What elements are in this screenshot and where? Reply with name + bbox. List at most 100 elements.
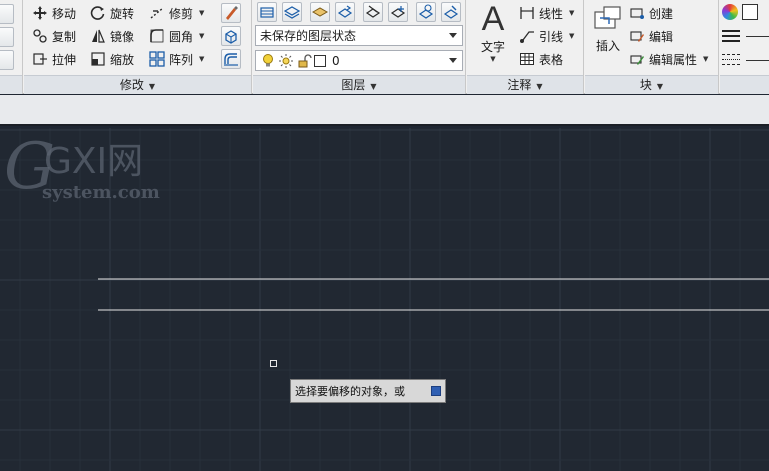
layer-match-icon	[311, 7, 329, 17]
pickbox-cursor	[270, 360, 277, 367]
dropdown-arrow-icon[interactable]: ▼	[199, 32, 204, 40]
edit-block-icon	[629, 28, 645, 44]
dropdown-arrow-icon[interactable]: ▼	[199, 55, 204, 63]
modify-panel: 移动 旋转 修剪 ▼ 复制 镜像 圆角 ▼ 拉伸 缩放 阵列 ▼ 修改 ▼	[24, 0, 252, 94]
offset-button[interactable]	[221, 49, 241, 69]
color-wheel-icon[interactable]	[722, 4, 738, 20]
layer-button-7[interactable]	[416, 2, 436, 22]
dropdown-arrow-icon: ▼	[490, 55, 496, 63]
edit-block-button[interactable]: 编辑	[629, 26, 673, 46]
table-button[interactable]: 表格	[519, 49, 563, 69]
linetype-combo[interactable]	[746, 60, 769, 61]
move-button[interactable]: 移动	[32, 3, 76, 23]
offset-icon	[224, 53, 238, 66]
dropdown-arrow-icon[interactable]: ▼	[569, 32, 574, 40]
lineweight-combo[interactable]	[746, 36, 769, 37]
properties-panel-partial	[720, 0, 769, 94]
layers-stack-icon	[283, 6, 301, 19]
block-panel: 插入 创建 编辑 编辑属性 ▼ 块 ▼	[585, 0, 719, 94]
layer-button-8[interactable]	[441, 2, 461, 22]
panel-expand-icon: ▼	[656, 82, 664, 91]
file-tabs-bar	[0, 95, 769, 126]
layers-panel: 未保存的图层状态 0 图层 ▼	[253, 0, 466, 94]
panel-expand-icon: ▼	[148, 82, 156, 91]
edit-attributes-icon	[629, 51, 645, 67]
scale-icon	[90, 51, 106, 67]
copy-label: 复制	[52, 29, 77, 44]
cube-icon	[225, 30, 237, 44]
table-icon	[519, 51, 535, 67]
edit-attributes-button[interactable]: 编辑属性 ▼	[629, 49, 708, 69]
dropdown-stub[interactable]	[0, 50, 14, 70]
layers-panel-title[interactable]: 图层 ▼	[253, 75, 465, 94]
layer-state-combo[interactable]: 未保存的图层状态	[255, 25, 463, 46]
mirror-icon	[90, 28, 106, 44]
fillet-label: 圆角	[169, 29, 194, 44]
text-icon: A	[481, 0, 505, 38]
linear-dimension-button[interactable]: 线性 ▼	[519, 3, 574, 23]
layer-isolate-icon	[365, 5, 381, 18]
move-icon	[32, 5, 48, 21]
panel-expand-icon: ▼	[370, 82, 377, 91]
trim-button[interactable]: 修剪 ▼	[149, 3, 204, 23]
array-button[interactable]: 阵列 ▼	[149, 49, 204, 69]
layer-button-5[interactable]	[363, 2, 383, 22]
stretch-icon	[32, 51, 48, 67]
layer-button-3[interactable]	[310, 2, 330, 22]
dropdown-arrow-icon[interactable]: ▼	[703, 55, 708, 63]
insert-block-icon	[594, 6, 621, 29]
rotate-button[interactable]: 旋转	[90, 3, 134, 23]
dimension-icon	[519, 5, 535, 21]
dropdown-icon[interactable]	[431, 386, 441, 396]
trim-label: 修剪	[169, 6, 194, 21]
explode-button[interactable]	[221, 26, 241, 46]
layer-unisolate-icon	[390, 6, 406, 18]
color-swatch-icon[interactable]	[742, 4, 758, 20]
mirror-button[interactable]: 镜像	[90, 26, 134, 46]
lineweight-icon[interactable]	[722, 28, 740, 42]
block-panel-title[interactable]: 块 ▼	[585, 75, 718, 94]
modify-panel-title[interactable]: 修改 ▼	[24, 75, 251, 94]
panel-title	[0, 75, 22, 94]
dropdown-arrow-icon[interactable]: ▼	[569, 9, 574, 17]
dropdown-arrow-icon[interactable]: ▼	[199, 9, 204, 17]
stretch-label: 拉伸	[52, 52, 77, 67]
rotate-icon	[90, 5, 106, 21]
linetype-icon[interactable]	[722, 52, 740, 66]
insert-button[interactable]: 插入	[589, 4, 627, 64]
text-button[interactable]: A 文字 ▼	[473, 2, 513, 68]
chevron-down-icon	[449, 58, 457, 63]
lightbulb-icon	[260, 53, 274, 69]
layer-properties-button[interactable]	[257, 2, 277, 22]
copy-button[interactable]: 复制	[32, 26, 76, 46]
layer-combo[interactable]: 0	[255, 50, 463, 71]
rotate-label: 旋转	[110, 6, 135, 21]
sun-icon	[278, 53, 293, 69]
color-swatch-icon	[314, 54, 326, 67]
layer-button-6[interactable]	[388, 2, 408, 22]
svg-text:system.com: system.com	[42, 182, 160, 203]
stretch-button[interactable]: 拉伸	[32, 49, 76, 69]
panel-title	[720, 75, 769, 94]
leader-button[interactable]: 引线 ▼	[519, 26, 574, 46]
erase-button[interactable]	[221, 3, 241, 23]
drawing-canvas[interactable]: G GXI网 system.com 选择要偏移的对象，或	[0, 128, 769, 471]
create-block-button[interactable]: 创建	[629, 3, 673, 23]
layer-button-4[interactable]	[335, 2, 355, 22]
create-block-icon	[629, 5, 645, 21]
dropdown-stub[interactable]	[0, 27, 14, 47]
watermark-logo: G GXI网 system.com	[4, 130, 160, 204]
fillet-button[interactable]: 圆角 ▼	[149, 26, 204, 46]
layer-previous-icon	[337, 5, 353, 18]
scale-button[interactable]: 缩放	[90, 49, 134, 69]
brush-icon	[226, 6, 238, 20]
layer-button-2[interactable]	[282, 2, 302, 22]
ribbon: 移动 旋转 修剪 ▼ 复制 镜像 圆角 ▼ 拉伸 缩放 阵列 ▼ 修改 ▼ 未保…	[0, 0, 769, 94]
array-icon	[149, 51, 165, 67]
dropdown-stub[interactable]	[0, 4, 14, 24]
copy-icon	[32, 28, 48, 44]
annotation-panel-title[interactable]: 注释 ▼	[467, 75, 583, 94]
chevron-down-icon	[449, 33, 457, 38]
move-label: 移动	[52, 6, 77, 21]
mirror-label: 镜像	[110, 29, 135, 44]
